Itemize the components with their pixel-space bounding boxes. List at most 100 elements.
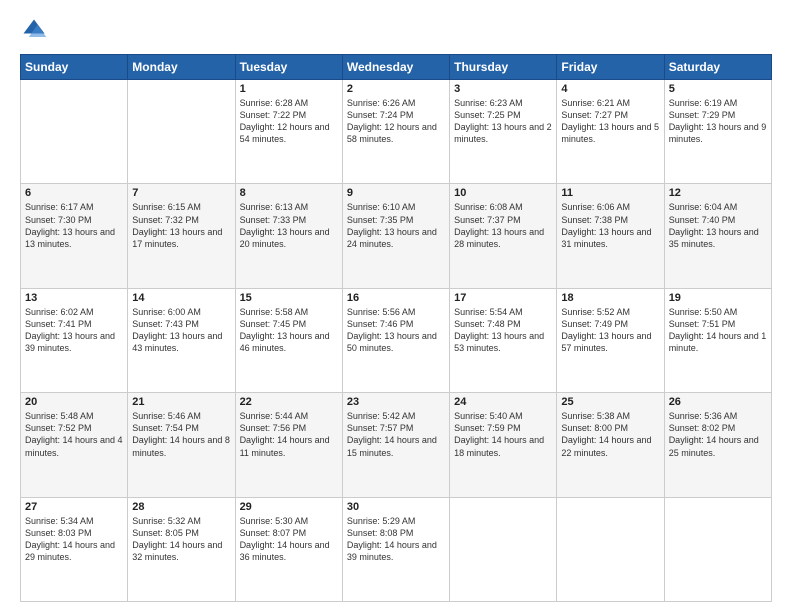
weekday-header-monday: Monday	[128, 55, 235, 80]
day-info: Sunrise: 5:42 AM Sunset: 7:57 PM Dayligh…	[347, 410, 445, 459]
day-number: 22	[240, 396, 338, 408]
day-number: 17	[454, 292, 552, 304]
day-number: 26	[669, 396, 767, 408]
day-number: 25	[561, 396, 659, 408]
day-info: Sunrise: 5:46 AM Sunset: 7:54 PM Dayligh…	[132, 410, 230, 459]
calendar-cell: 27 Sunrise: 5:34 AM Sunset: 8:03 PM Dayli…	[21, 497, 128, 601]
calendar-cell: 8 Sunrise: 6:13 AM Sunset: 7:33 PM Daylig…	[235, 184, 342, 288]
day-info: Sunrise: 6:13 AM Sunset: 7:33 PM Dayligh…	[240, 201, 338, 250]
day-number: 8	[240, 187, 338, 199]
day-number: 18	[561, 292, 659, 304]
day-info: Sunrise: 6:04 AM Sunset: 7:40 PM Dayligh…	[669, 201, 767, 250]
calendar-cell: 6 Sunrise: 6:17 AM Sunset: 7:30 PM Daylig…	[21, 184, 128, 288]
weekday-header-sunday: Sunday	[21, 55, 128, 80]
calendar-table: SundayMondayTuesdayWednesdayThursdayFrid…	[20, 54, 772, 602]
calendar-cell: 9 Sunrise: 6:10 AM Sunset: 7:35 PM Daylig…	[342, 184, 449, 288]
day-info: Sunrise: 5:58 AM Sunset: 7:45 PM Dayligh…	[240, 306, 338, 355]
calendar-cell	[450, 497, 557, 601]
day-number: 9	[347, 187, 445, 199]
day-number: 23	[347, 396, 445, 408]
day-info: Sunrise: 5:34 AM Sunset: 8:03 PM Dayligh…	[25, 515, 123, 564]
calendar-cell: 15 Sunrise: 5:58 AM Sunset: 7:45 PM Dayli…	[235, 288, 342, 392]
calendar-cell: 16 Sunrise: 5:56 AM Sunset: 7:46 PM Dayli…	[342, 288, 449, 392]
day-info: Sunrise: 5:32 AM Sunset: 8:05 PM Dayligh…	[132, 515, 230, 564]
day-number: 2	[347, 83, 445, 95]
day-info: Sunrise: 6:10 AM Sunset: 7:35 PM Dayligh…	[347, 201, 445, 250]
calendar-cell: 11 Sunrise: 6:06 AM Sunset: 7:38 PM Dayli…	[557, 184, 664, 288]
calendar-cell: 22 Sunrise: 5:44 AM Sunset: 7:56 PM Dayli…	[235, 393, 342, 497]
calendar-cell: 23 Sunrise: 5:42 AM Sunset: 7:57 PM Dayli…	[342, 393, 449, 497]
day-info: Sunrise: 5:54 AM Sunset: 7:48 PM Dayligh…	[454, 306, 552, 355]
day-number: 5	[669, 83, 767, 95]
day-info: Sunrise: 6:02 AM Sunset: 7:41 PM Dayligh…	[25, 306, 123, 355]
day-info: Sunrise: 6:28 AM Sunset: 7:22 PM Dayligh…	[240, 97, 338, 146]
day-info: Sunrise: 6:23 AM Sunset: 7:25 PM Dayligh…	[454, 97, 552, 146]
day-info: Sunrise: 5:44 AM Sunset: 7:56 PM Dayligh…	[240, 410, 338, 459]
weekday-header-row: SundayMondayTuesdayWednesdayThursdayFrid…	[21, 55, 772, 80]
day-info: Sunrise: 6:00 AM Sunset: 7:43 PM Dayligh…	[132, 306, 230, 355]
calendar-cell: 13 Sunrise: 6:02 AM Sunset: 7:41 PM Dayli…	[21, 288, 128, 392]
day-info: Sunrise: 6:26 AM Sunset: 7:24 PM Dayligh…	[347, 97, 445, 146]
day-number: 29	[240, 501, 338, 513]
day-number: 15	[240, 292, 338, 304]
weekday-header-thursday: Thursday	[450, 55, 557, 80]
calendar-cell: 14Sunrise: 6:00 AM Sunset: 7:43 PM Dayli…	[128, 288, 235, 392]
day-number: 6	[25, 187, 123, 199]
day-info: Sunrise: 6:08 AM Sunset: 7:37 PM Dayligh…	[454, 201, 552, 250]
day-info: Sunrise: 5:52 AM Sunset: 7:49 PM Dayligh…	[561, 306, 659, 355]
day-info: Sunrise: 6:15 AM Sunset: 7:32 PM Dayligh…	[132, 201, 230, 250]
day-info: Sunrise: 6:17 AM Sunset: 7:30 PM Dayligh…	[25, 201, 123, 250]
day-number: 11	[561, 187, 659, 199]
day-info: Sunrise: 5:36 AM Sunset: 8:02 PM Dayligh…	[669, 410, 767, 459]
day-number: 13	[25, 292, 123, 304]
day-number: 20	[25, 396, 123, 408]
calendar-cell: 28 Sunrise: 5:32 AM Sunset: 8:05 PM Dayli…	[128, 497, 235, 601]
week-row-2: 6 Sunrise: 6:17 AM Sunset: 7:30 PM Daylig…	[21, 184, 772, 288]
day-info: Sunrise: 6:21 AM Sunset: 7:27 PM Dayligh…	[561, 97, 659, 146]
day-number: 7	[132, 187, 230, 199]
day-number: 21	[132, 396, 230, 408]
day-number: 1	[240, 83, 338, 95]
day-info: Sunrise: 5:29 AM Sunset: 8:08 PM Dayligh…	[347, 515, 445, 564]
calendar-cell: 21 Sunrise: 5:46 AM Sunset: 7:54 PM Dayli…	[128, 393, 235, 497]
weekday-header-wednesday: Wednesday	[342, 55, 449, 80]
calendar-cell: 17 Sunrise: 5:54 AM Sunset: 7:48 PM Dayli…	[450, 288, 557, 392]
calendar-cell: 18 Sunrise: 5:52 AM Sunset: 7:49 PM Dayli…	[557, 288, 664, 392]
calendar-cell: 1 Sunrise: 6:28 AM Sunset: 7:22 PM Daylig…	[235, 80, 342, 184]
calendar-cell: 3 Sunrise: 6:23 AM Sunset: 7:25 PM Daylig…	[450, 80, 557, 184]
calendar-cell	[557, 497, 664, 601]
calendar-cell	[664, 497, 771, 601]
calendar-cell: 10 Sunrise: 6:08 AM Sunset: 7:37 PM Dayli…	[450, 184, 557, 288]
day-number: 3	[454, 83, 552, 95]
calendar-cell: 5 Sunrise: 6:19 AM Sunset: 7:29 PM Daylig…	[664, 80, 771, 184]
day-info: Sunrise: 6:06 AM Sunset: 7:38 PM Dayligh…	[561, 201, 659, 250]
day-info: Sunrise: 5:50 AM Sunset: 7:51 PM Dayligh…	[669, 306, 767, 355]
day-number: 10	[454, 187, 552, 199]
day-number: 12	[669, 187, 767, 199]
day-info: Sunrise: 5:38 AM Sunset: 8:00 PM Dayligh…	[561, 410, 659, 459]
header	[20, 16, 772, 44]
weekday-header-saturday: Saturday	[664, 55, 771, 80]
week-row-5: 27 Sunrise: 5:34 AM Sunset: 8:03 PM Dayli…	[21, 497, 772, 601]
calendar-cell: 25 Sunrise: 5:38 AM Sunset: 8:00 PM Dayli…	[557, 393, 664, 497]
day-number: 24	[454, 396, 552, 408]
day-number: 27	[25, 501, 123, 513]
week-row-1: 1 Sunrise: 6:28 AM Sunset: 7:22 PM Daylig…	[21, 80, 772, 184]
calendar-cell: 2 Sunrise: 6:26 AM Sunset: 7:24 PM Daylig…	[342, 80, 449, 184]
day-info: Sunrise: 5:56 AM Sunset: 7:46 PM Dayligh…	[347, 306, 445, 355]
calendar-cell	[128, 80, 235, 184]
day-info: Sunrise: 5:48 AM Sunset: 7:52 PM Dayligh…	[25, 410, 123, 459]
day-info: Sunrise: 5:30 AM Sunset: 8:07 PM Dayligh…	[240, 515, 338, 564]
calendar-cell: 7 Sunrise: 6:15 AM Sunset: 7:32 PM Daylig…	[128, 184, 235, 288]
calendar-cell: 26 Sunrise: 5:36 AM Sunset: 8:02 PM Dayli…	[664, 393, 771, 497]
calendar-cell: 19Sunrise: 5:50 AM Sunset: 7:51 PM Dayli…	[664, 288, 771, 392]
logo	[20, 16, 52, 44]
day-info: Sunrise: 6:19 AM Sunset: 7:29 PM Dayligh…	[669, 97, 767, 146]
page: SundayMondayTuesdayWednesdayThursdayFrid…	[0, 0, 792, 612]
calendar-cell: 29 Sunrise: 5:30 AM Sunset: 8:07 PM Dayli…	[235, 497, 342, 601]
logo-icon	[20, 16, 48, 44]
calendar-cell: 30Sunrise: 5:29 AM Sunset: 8:08 PM Dayli…	[342, 497, 449, 601]
week-row-3: 13 Sunrise: 6:02 AM Sunset: 7:41 PM Dayli…	[21, 288, 772, 392]
day-number: 28	[132, 501, 230, 513]
day-number: 16	[347, 292, 445, 304]
